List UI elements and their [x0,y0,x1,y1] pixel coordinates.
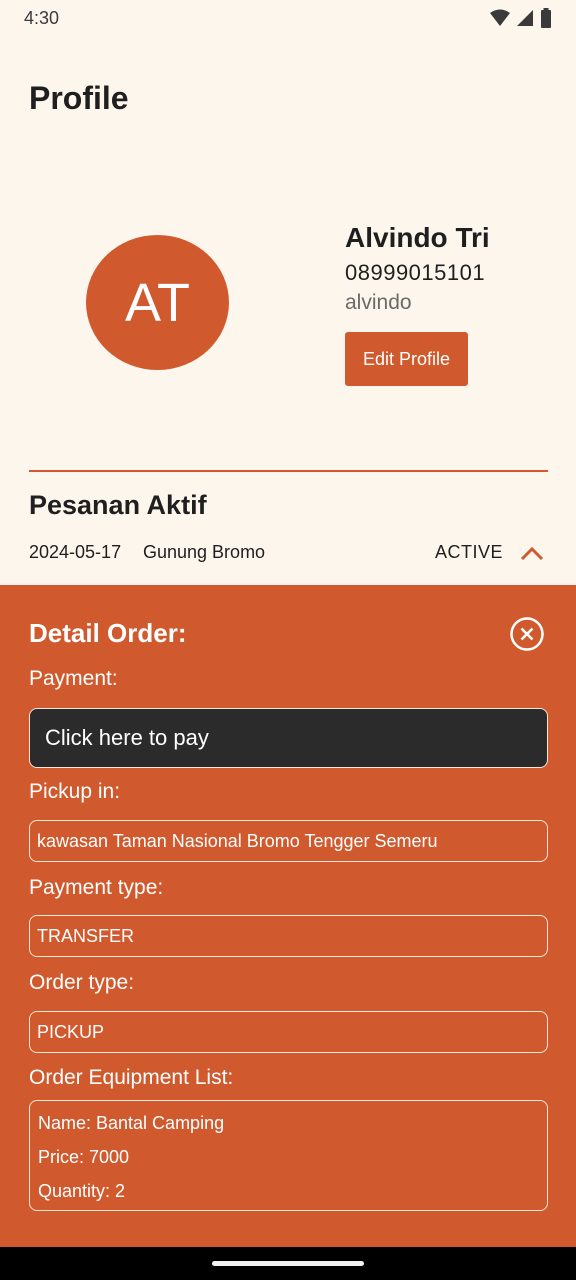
order-type-field: PICKUP [29,1011,548,1053]
order-type-label: Order type: [29,971,135,994]
close-icon[interactable] [509,616,545,652]
navigation-bar [0,1247,576,1280]
equipment-name: Name: Bantal Camping [38,1113,225,1133]
user-phone: 08999015101 [345,260,486,285]
detail-title: Detail Order: [29,618,187,648]
pickup-field: kawasan Taman Nasional Bromo Tengger Sem… [29,820,548,862]
chevron-up-icon[interactable] [519,540,545,566]
home-indicator[interactable] [212,1261,364,1266]
status-icons [490,8,552,28]
edit-profile-button[interactable]: Edit Profile [345,332,468,386]
status-bar: 4:30 [0,0,576,36]
equipment-list: Name: Bantal Camping Price: 7000 Quantit… [29,1100,548,1211]
battery-icon [541,8,551,28]
equipment-quantity: Quantity: 2 [38,1181,126,1201]
order-status: ACTIVE [435,542,504,562]
order-date: 2024-05-17 [29,542,122,562]
pickup-label: Pickup in: [29,780,121,803]
status-time: 4:30 [24,7,60,28]
avatar-initials: AT [125,272,190,333]
wifi-icon [490,9,510,26]
detail-order-panel: Detail Order: Payment: Click here to pay… [0,585,576,1247]
section-title-active-orders: Pesanan Aktif [29,490,207,520]
equipment-list-label: Order Equipment List: [29,1066,234,1089]
payment-label: Payment: [29,667,118,690]
equipment-price: Price: 7000 [38,1147,130,1167]
order-destination: Gunung Bromo [143,542,266,562]
avatar: AT [86,235,229,370]
pay-button[interactable]: Click here to pay [29,708,548,768]
payment-type-label: Payment type: [29,876,164,899]
page-title: Profile [29,80,129,116]
user-name: Alvindo Tri [345,222,490,253]
signal-icon [517,10,533,26]
user-username: alvindo [345,291,412,314]
divider [29,470,548,472]
payment-type-field: TRANSFER [29,915,548,957]
order-row[interactable]: 2024-05-17 Gunung Bromo ACTIVE [29,540,548,568]
